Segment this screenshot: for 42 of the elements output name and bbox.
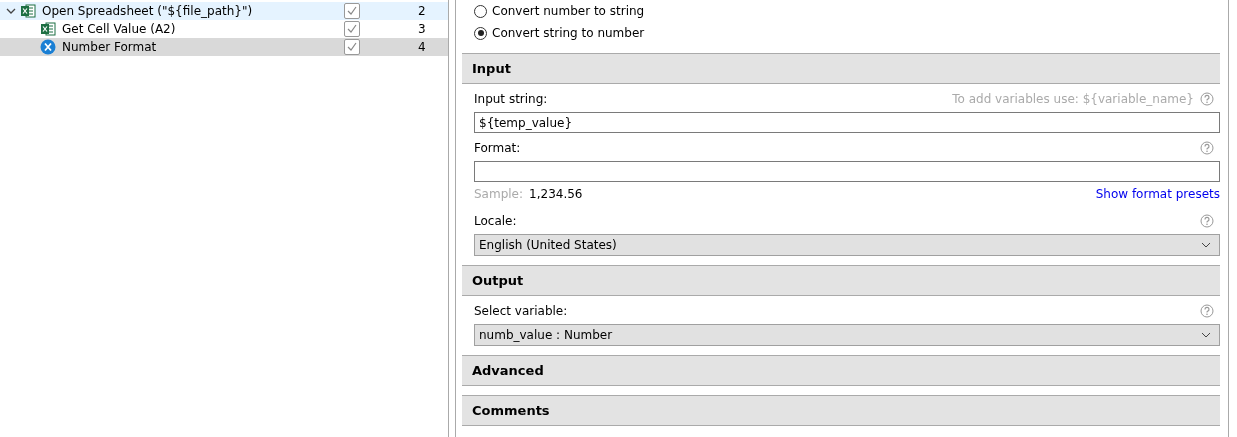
format-presets-link[interactable]: Show format presets bbox=[1095, 187, 1220, 201]
line-number: 4 bbox=[418, 40, 427, 54]
radio-label: Convert string to number bbox=[492, 26, 645, 40]
input-field[interactable] bbox=[474, 161, 1220, 182]
field-label: Locale: bbox=[474, 214, 518, 228]
help-icon[interactable] bbox=[1200, 141, 1214, 155]
input-field[interactable]: ${temp_value} bbox=[474, 112, 1220, 133]
tree-item-label: Open Spreadsheet ("${file_path}") bbox=[42, 4, 254, 18]
section-header[interactable]: Input bbox=[462, 53, 1220, 84]
radio-label: Convert number to string bbox=[492, 4, 645, 18]
field-label: Input string: bbox=[474, 92, 549, 106]
help-icon[interactable] bbox=[1200, 214, 1214, 228]
field-label: Select variable: bbox=[474, 304, 569, 318]
checkbox[interactable] bbox=[344, 3, 360, 19]
chevron-down-icon[interactable] bbox=[1201, 332, 1211, 338]
section-header[interactable]: Comments bbox=[462, 395, 1220, 426]
spreadsheet-icon bbox=[20, 3, 36, 19]
caret-icon[interactable] bbox=[6, 6, 16, 16]
radio-option[interactable]: Convert string to number bbox=[474, 22, 1220, 44]
sample-value: 1,234.56 bbox=[529, 187, 583, 201]
checkbox[interactable] bbox=[344, 21, 360, 37]
dropdown[interactable]: numb_value : Number bbox=[474, 324, 1220, 346]
section-header[interactable]: Output bbox=[462, 265, 1220, 296]
line-number: 3 bbox=[418, 22, 427, 36]
field-label: Format: bbox=[474, 141, 522, 155]
tree-item[interactable]: Number Format 4 bbox=[0, 38, 448, 56]
dropdown[interactable]: English (United States) bbox=[474, 234, 1220, 256]
tree-item-label: Get Cell Value (A2) bbox=[62, 22, 177, 36]
tree-item[interactable]: Open Spreadsheet ("${file_path}") 2 bbox=[0, 2, 448, 20]
checkbox[interactable] bbox=[344, 39, 360, 55]
line-number: 2 bbox=[418, 4, 427, 18]
variable-icon bbox=[40, 39, 56, 55]
tree-item-label: Number Format bbox=[62, 40, 158, 54]
radio-option[interactable]: Convert number to string bbox=[474, 0, 1220, 22]
sample-label: Sample: bbox=[474, 187, 524, 201]
hint-text: To add variables use: ${variable_name} bbox=[952, 92, 1194, 106]
chevron-down-icon[interactable] bbox=[1201, 242, 1211, 248]
spreadsheet-icon bbox=[40, 21, 56, 37]
help-icon[interactable] bbox=[1200, 304, 1214, 318]
help-icon[interactable] bbox=[1200, 92, 1214, 106]
tree-item[interactable]: Get Cell Value (A2) 3 bbox=[0, 20, 448, 38]
section-header[interactable]: Advanced bbox=[462, 355, 1220, 386]
